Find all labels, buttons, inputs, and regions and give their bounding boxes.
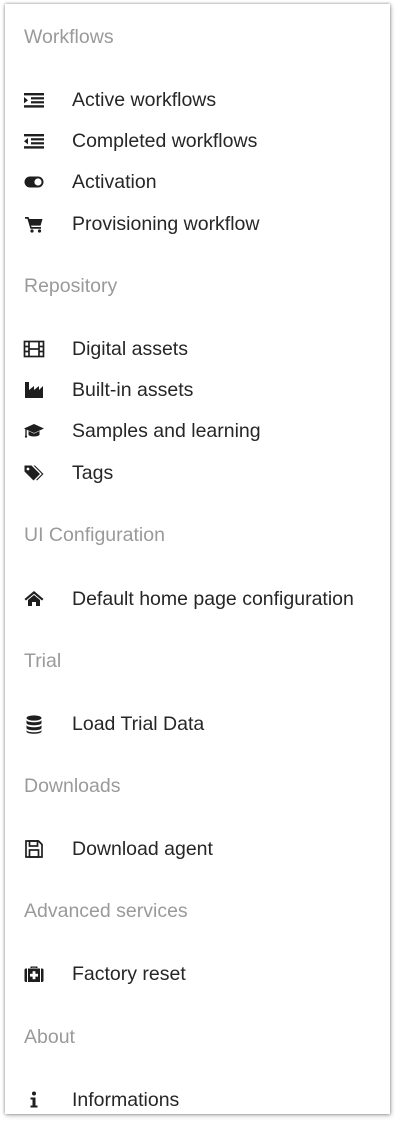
info-icon (23, 1089, 45, 1111)
menu-item-factory-reset[interactable]: Factory reset (5, 957, 390, 991)
section-title-downloads: Downloads (24, 775, 121, 797)
section-title-repository: Repository (24, 275, 118, 297)
menu-item-completed-workflows[interactable]: Completed workflows (5, 124, 390, 158)
menu-item-label: Completed workflows (72, 130, 258, 152)
admin-menu-panel: Workflows Active workflows Completed wor… (5, 4, 390, 1114)
graduation-cap-icon (23, 420, 45, 442)
home-icon (23, 588, 45, 610)
floppy-disk-icon (23, 838, 45, 860)
menu-item-label: Default home page configuration (72, 588, 354, 610)
section-title-trial: Trial (24, 650, 62, 672)
section-title-workflows: Workflows (24, 26, 114, 48)
menu-item-built-in-assets[interactable]: Built-in assets (5, 373, 390, 407)
menu-item-label: Tags (72, 462, 114, 484)
menu-item-label: Factory reset (72, 963, 186, 985)
toggle-icon (23, 171, 45, 193)
menu-item-tags[interactable]: Tags (5, 456, 390, 490)
factory-icon (23, 379, 45, 401)
menu-item-informations[interactable]: Informations (5, 1083, 390, 1117)
menu-item-label: Built-in assets (72, 379, 194, 401)
menu-item-label: Informations (72, 1089, 180, 1111)
section-title-advanced-services: Advanced services (24, 900, 188, 922)
menu-item-samples-and-learning[interactable]: Samples and learning (5, 414, 390, 448)
menu-item-label: Provisioning workflow (72, 213, 260, 235)
database-icon (23, 713, 45, 735)
menu-item-label: Load Trial Data (72, 713, 205, 735)
indent-list-icon (23, 89, 45, 111)
menu-item-label: Active workflows (72, 89, 217, 111)
menu-item-activation[interactable]: Activation (5, 165, 390, 199)
menu-item-provisioning-workflow[interactable]: Provisioning workflow (5, 207, 390, 241)
menu-item-label: Samples and learning (72, 420, 261, 442)
tags-icon (23, 462, 45, 484)
section-title-ui-configuration: UI Configuration (24, 524, 165, 546)
film-icon (23, 338, 45, 360)
section-title-about: About (24, 1026, 75, 1048)
menu-item-label: Activation (72, 171, 157, 193)
shopping-cart-icon (23, 213, 45, 235)
menu-item-download-agent[interactable]: Download agent (5, 832, 390, 866)
menu-item-label: Digital assets (72, 338, 188, 360)
menu-item-load-trial-data[interactable]: Load Trial Data (5, 707, 390, 741)
outdent-list-icon (23, 130, 45, 152)
menu-item-active-workflows[interactable]: Active workflows (5, 83, 390, 117)
menu-item-digital-assets[interactable]: Digital assets (5, 332, 390, 366)
medkit-icon (23, 963, 45, 985)
menu-item-label: Download agent (72, 838, 213, 860)
menu-item-default-home-page-configuration[interactable]: Default home page configuration (5, 582, 390, 616)
